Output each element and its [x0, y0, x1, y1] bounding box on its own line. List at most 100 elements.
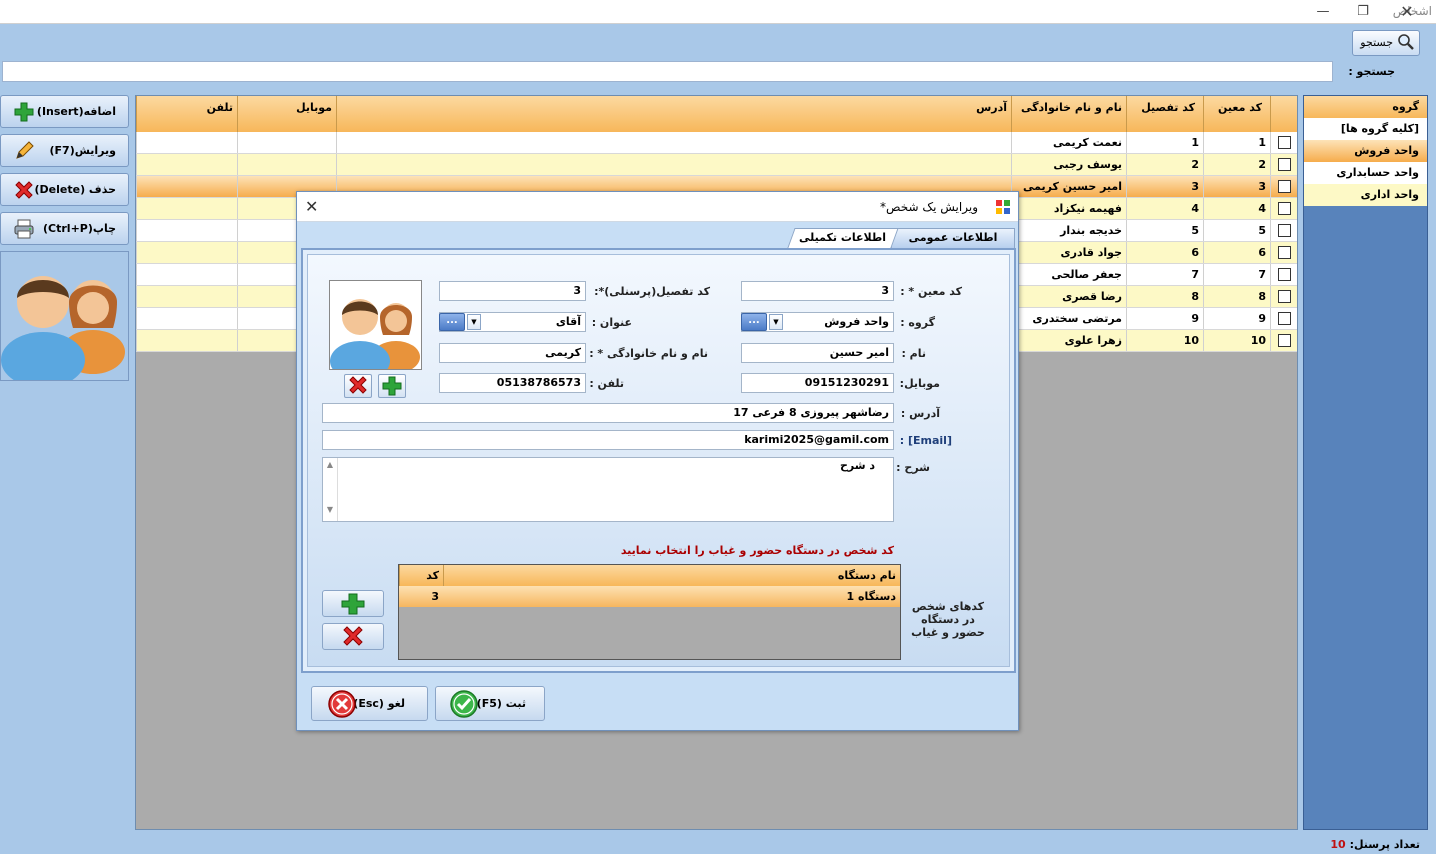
- phone-cell: [136, 264, 237, 285]
- edit-button[interactable]: ویرایش(F7): [0, 134, 129, 167]
- name-cell: جواد قادری: [1011, 242, 1126, 263]
- group-item[interactable]: واحد اداری: [1304, 184, 1427, 206]
- table-row[interactable]: یوسف رجبی 2 2: [136, 154, 1297, 176]
- full-name-field[interactable]: کریمی: [439, 343, 586, 363]
- group-browse-button[interactable]: ...: [741, 313, 767, 331]
- row-checkbox[interactable]: [1278, 158, 1291, 171]
- code-cell: 7: [1203, 264, 1270, 285]
- detail-code-field[interactable]: 3: [439, 281, 586, 301]
- first-name-label: نام :: [901, 347, 926, 360]
- address-label: آدرس :: [900, 407, 940, 420]
- row-checkbox[interactable]: [1278, 334, 1291, 347]
- printer-icon: [14, 219, 34, 239]
- select-cell: [1270, 286, 1297, 307]
- mobile-cell: [237, 154, 336, 175]
- search-input[interactable]: [2, 61, 1333, 82]
- phone-label: تلفن :: [589, 377, 624, 390]
- salutation-label: عنوان :: [591, 316, 632, 329]
- row-checkbox[interactable]: [1278, 290, 1291, 303]
- device-header-name[interactable]: نام دستگاه: [443, 565, 900, 586]
- header-name[interactable]: نام و نام خانوادگی: [1011, 96, 1126, 132]
- device-codes-grid[interactable]: کد نام دستگاه 3 دستگاه 1: [398, 564, 901, 660]
- add-device-code-button[interactable]: [322, 590, 384, 617]
- select-cell: [1270, 242, 1297, 263]
- group-dropdown-arrow-icon[interactable]: ▼: [769, 314, 783, 330]
- window-titlebar: اشخاص — ❐ ✕: [0, 0, 1436, 24]
- search-button-label: جستجو: [1360, 36, 1393, 49]
- print-button[interactable]: چاپ(Ctrl+P): [0, 212, 129, 245]
- code-label: کد معین * :: [900, 285, 962, 298]
- row-checkbox[interactable]: [1278, 180, 1291, 193]
- code-cell: 10: [1203, 330, 1270, 351]
- first-name-field[interactable]: امیر حسین: [741, 343, 894, 363]
- detail-code-cell: 7: [1126, 264, 1203, 285]
- email-label: [Email] :: [899, 434, 952, 447]
- search-button[interactable]: جستجو: [1352, 30, 1420, 56]
- group-item[interactable]: [کلیه گروه ها]: [1304, 118, 1427, 140]
- mobile-label: موبایل:: [899, 377, 940, 390]
- device-header-code[interactable]: کد: [399, 565, 443, 586]
- row-checkbox[interactable]: [1278, 246, 1291, 259]
- detail-code-cell: 10: [1126, 330, 1203, 351]
- row-checkbox[interactable]: [1278, 202, 1291, 215]
- address-field[interactable]: رضاشهر پیروزی 8 فرعی 17: [322, 403, 894, 423]
- code-cell: 9: [1203, 308, 1270, 329]
- add-photo-button[interactable]: [378, 374, 406, 398]
- cancel-button[interactable]: لغو (Esc): [311, 686, 428, 721]
- search-label: جستجو :: [1348, 65, 1395, 78]
- header-code[interactable]: کد معین: [1203, 96, 1270, 132]
- minimize-icon[interactable]: —: [1308, 2, 1338, 22]
- groups-header: گروه: [1304, 96, 1427, 118]
- mobile-field[interactable]: 09151230291: [741, 373, 894, 393]
- restore-icon[interactable]: ❐: [1348, 2, 1378, 22]
- person-photo-icon: [330, 299, 420, 381]
- row-checkbox[interactable]: [1278, 312, 1291, 325]
- device-code-cell: 3: [431, 590, 439, 603]
- select-cell: [1270, 330, 1297, 351]
- save-button-label: ثبت (F5): [476, 697, 526, 710]
- select-cell: [1270, 154, 1297, 175]
- code-cell: 3: [1203, 176, 1270, 197]
- tab-general[interactable]: اطلاعات عمومی: [891, 228, 1015, 248]
- description-textarea[interactable]: د شرح: [322, 457, 894, 522]
- remove-photo-button[interactable]: [344, 374, 372, 398]
- header-phone[interactable]: تلفن: [136, 96, 237, 132]
- person-count: تعداد پرسنل: 10: [1300, 838, 1420, 851]
- salutation-dropdown-arrow-icon[interactable]: ▼: [467, 314, 481, 330]
- salutation-browse-button[interactable]: ...: [439, 313, 465, 331]
- row-checkbox[interactable]: [1278, 136, 1291, 149]
- mobile-cell: [237, 132, 336, 153]
- phone-cell: [136, 198, 237, 219]
- row-checkbox[interactable]: [1278, 224, 1291, 237]
- save-button[interactable]: ثبت (F5): [435, 686, 545, 721]
- table-row[interactable]: نعمت کریمی 1 1: [136, 132, 1297, 154]
- email-field[interactable]: karimi2025@gamil.com: [322, 430, 894, 450]
- description-label: شرح :: [896, 461, 930, 474]
- header-select[interactable]: [1270, 96, 1297, 132]
- row-checkbox[interactable]: [1278, 268, 1291, 281]
- phone-cell: [136, 242, 237, 263]
- phone-field[interactable]: 05138786573: [439, 373, 586, 393]
- dialog-close-icon[interactable]: ✕: [305, 197, 318, 216]
- close-icon[interactable]: ✕: [1392, 2, 1422, 22]
- detail-code-cell: 4: [1126, 198, 1203, 219]
- header-detail-code[interactable]: کد تفصیل: [1126, 96, 1203, 132]
- remove-device-code-button[interactable]: [322, 623, 384, 650]
- device-row[interactable]: 3 دستگاه 1: [399, 586, 900, 607]
- group-item[interactable]: واحد حسابداری: [1304, 162, 1427, 184]
- code-field[interactable]: 3: [741, 281, 894, 301]
- group-label: گروه :: [900, 316, 935, 329]
- code-cell: 8: [1203, 286, 1270, 307]
- group-item[interactable]: واحد فروش: [1304, 140, 1427, 162]
- header-address[interactable]: آدرس: [336, 96, 1011, 132]
- phone-cell: [136, 308, 237, 329]
- header-mobile[interactable]: موبایل: [237, 96, 336, 132]
- select-cell: [1270, 176, 1297, 197]
- general-form: 3 کد معین * : 3 کد تفصیل(پرسنلی)*: واحد …: [307, 254, 1010, 667]
- device-note: کد شخص در دستگاه حضور و غیاب را انتخاب ن…: [620, 544, 894, 557]
- person-photo[interactable]: [329, 280, 422, 381]
- description-scrollbar[interactable]: ▲ ▼: [323, 458, 338, 521]
- delete-button[interactable]: حذف (Delete): [0, 173, 129, 206]
- insert-button[interactable]: اضافه(Insert): [0, 95, 129, 128]
- tab-supplementary[interactable]: اطلاعات تکمیلی: [787, 228, 899, 248]
